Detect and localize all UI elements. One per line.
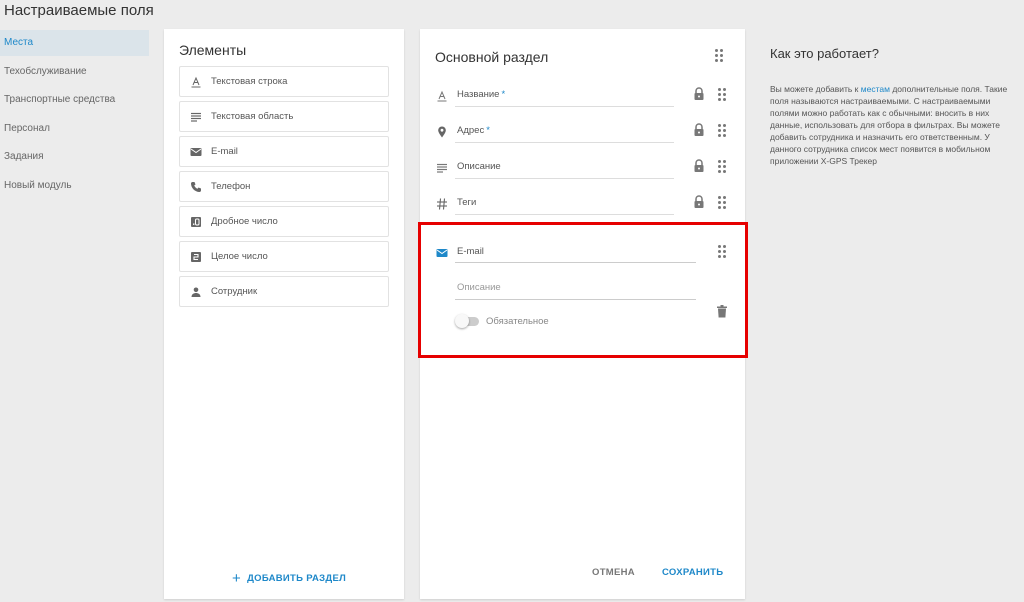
elements-list: Текстовая строка Текстовая область E-mai… (179, 66, 389, 311)
field-underline (455, 106, 674, 107)
section-title: Основной раздел (435, 49, 549, 65)
text-line-icon (436, 89, 448, 102)
drag-handle-icon[interactable] (718, 196, 726, 209)
field-row-address[interactable]: Адрес * (436, 121, 736, 147)
plus-icon: + (232, 569, 242, 587)
help-panel: Как это работает? Вы можете добавить к м… (770, 46, 1010, 167)
page-title: Настраиваемые поля (4, 2, 154, 19)
element-label: Текстовая область (211, 111, 294, 122)
text-line-icon (190, 76, 202, 88)
integer-icon (190, 251, 202, 263)
field-underline (455, 214, 674, 215)
sidebar: Места Техобслуживание Транспортные средс… (0, 30, 149, 201)
decimal-icon (190, 216, 202, 228)
required-mark: * (501, 89, 506, 100)
element-employee[interactable]: Сотрудник (179, 276, 389, 307)
places-link[interactable]: местам (861, 84, 890, 94)
element-phone[interactable]: Телефон (179, 171, 389, 202)
text-area-icon (436, 161, 448, 173)
cancel-button[interactable]: ОТМЕНА (592, 567, 635, 578)
element-email[interactable]: E-mail (179, 136, 389, 167)
drag-handle-icon[interactable] (718, 124, 726, 137)
lock-icon (693, 159, 705, 173)
field-label: Название * (457, 89, 505, 100)
element-text-area[interactable]: Текстовая область (179, 101, 389, 132)
location-pin-icon (436, 125, 448, 138)
field-name-text: Описание (457, 161, 501, 172)
sidebar-item-new-module[interactable]: Новый модуль (0, 173, 149, 199)
section-drag-handle-icon[interactable] (715, 49, 725, 62)
lock-icon (693, 123, 705, 137)
person-icon (190, 286, 202, 298)
field-label: Теги (457, 197, 478, 208)
help-text-start: Вы можете добавить к (770, 84, 861, 94)
field-label: Описание (457, 161, 503, 172)
sidebar-item-maintenance[interactable]: Техобслуживание (0, 59, 149, 85)
element-decimal[interactable]: Дробное число (179, 206, 389, 237)
elements-panel-title: Элементы (179, 42, 247, 58)
field-name-text: Теги (457, 197, 477, 208)
field-label: Адрес * (457, 125, 490, 136)
drag-handle-icon[interactable] (718, 88, 726, 101)
field-underline (455, 178, 674, 179)
hash-icon (436, 197, 448, 210)
field-row-description[interactable]: Описание (436, 157, 736, 183)
help-text: Вы можете добавить к местам дополнительн… (770, 83, 1010, 167)
help-text-end: дополнительные поля. Такие поля называют… (770, 84, 1008, 166)
email-icon (190, 146, 202, 158)
element-label: E-mail (211, 146, 238, 157)
sidebar-item-vehicles[interactable]: Транспортные средства (0, 87, 149, 113)
drag-handle-icon[interactable] (718, 160, 726, 173)
element-label: Сотрудник (211, 286, 258, 297)
field-underline (455, 142, 674, 143)
add-section-label: ДОБАВИТЬ РАЗДЕЛ (247, 573, 347, 584)
lock-icon (693, 87, 705, 101)
field-row-name[interactable]: Название * (436, 85, 736, 111)
sidebar-item-staff[interactable]: Персонал (0, 116, 149, 142)
sidebar-item-places[interactable]: Места (0, 30, 149, 56)
element-label: Целое число (211, 251, 268, 262)
lock-icon (693, 195, 705, 209)
element-label: Телефон (211, 181, 251, 192)
field-row-tags[interactable]: Теги (436, 193, 736, 219)
element-label: Дробное число (211, 216, 278, 227)
field-name-text: Адрес (457, 125, 485, 136)
highlight-frame (418, 222, 748, 358)
element-integer[interactable]: Целое число (179, 241, 389, 272)
help-title: Как это работает? (770, 46, 879, 61)
field-name-text: Название (457, 89, 500, 100)
element-text-line[interactable]: Текстовая строка (179, 66, 389, 97)
save-button[interactable]: СОХРАНИТЬ (662, 567, 723, 578)
required-mark: * (486, 125, 490, 136)
sidebar-item-tasks[interactable]: Задания (0, 144, 149, 170)
elements-panel: Элементы Текстовая строка Текстовая обла… (164, 29, 404, 599)
element-label: Текстовая строка (211, 76, 288, 87)
phone-icon (190, 181, 202, 193)
text-area-icon (190, 111, 202, 123)
add-section-button[interactable]: + ДОБАВИТЬ РАЗДЕЛ (232, 569, 347, 587)
